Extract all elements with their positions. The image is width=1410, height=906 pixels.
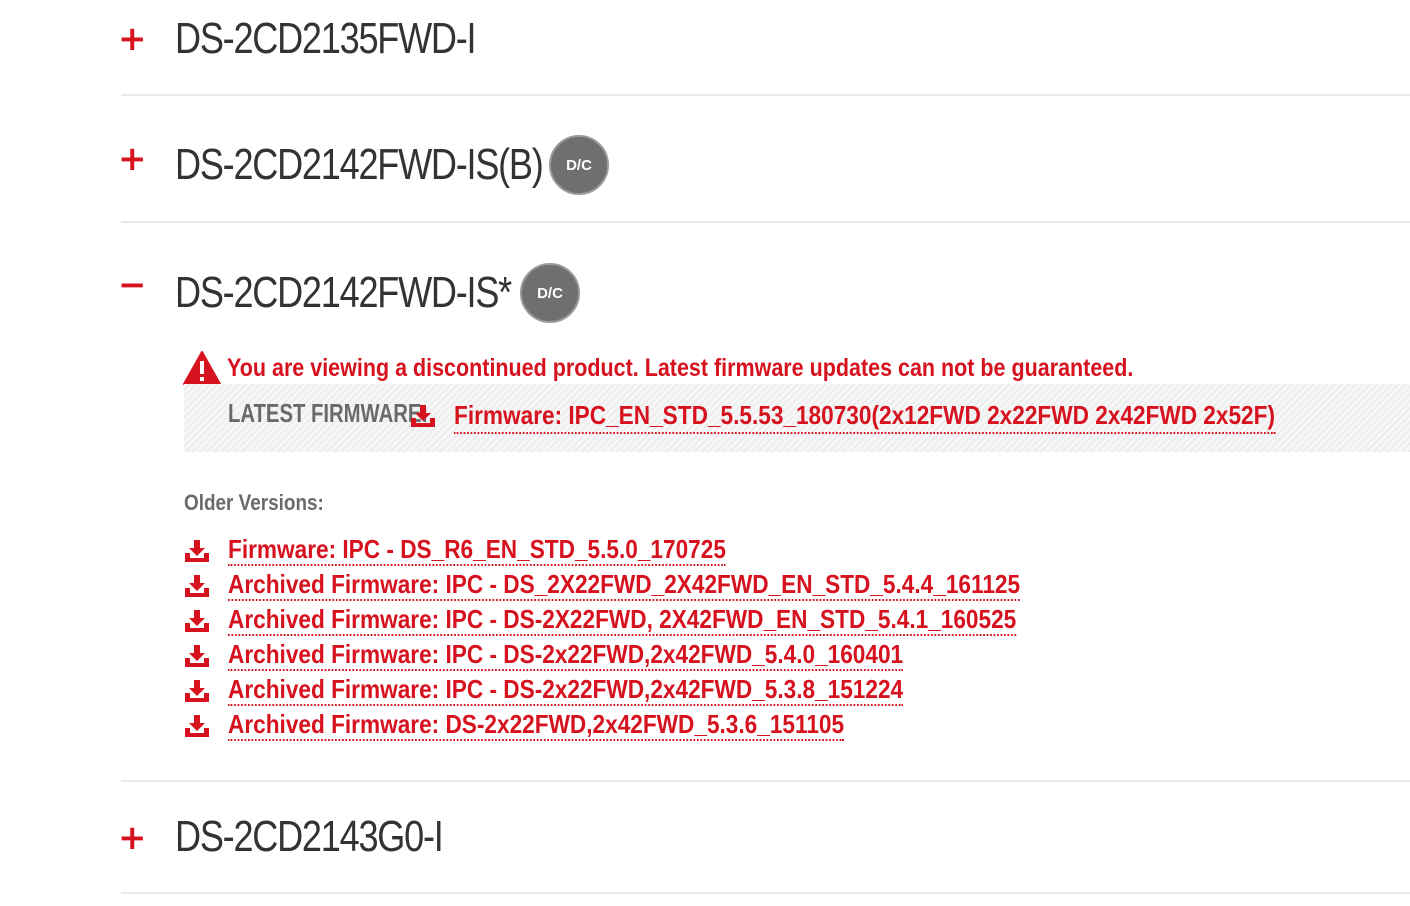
firmware-link[interactable]: Archived Firmware: IPC - DS-2X22FWD, 2X4… xyxy=(228,604,1017,636)
expand-plus-icon[interactable]: + xyxy=(118,22,147,56)
download-icon xyxy=(185,610,209,632)
firmware-link[interactable]: Archived Firmware: IPC - DS-2x22FWD,2x42… xyxy=(228,674,904,706)
discontinued-warning: You are viewing a discontinued product. … xyxy=(183,350,1281,386)
warning-text: You are viewing a discontinued product. … xyxy=(227,353,1134,382)
expand-plus-icon[interactable]: + xyxy=(118,821,147,855)
download-icon xyxy=(185,645,209,667)
discontinued-badge: D/C xyxy=(520,263,580,323)
download-icon xyxy=(185,715,209,737)
divider xyxy=(121,892,1410,894)
download-icon xyxy=(185,575,209,597)
divider xyxy=(121,94,1410,96)
product-title[interactable]: DS-2CD2142FWD-IS* xyxy=(175,268,512,318)
firmware-link[interactable]: Archived Firmware: IPC - DS_2X22FWD_2X42… xyxy=(228,569,1021,601)
download-icon xyxy=(411,405,435,427)
expand-plus-icon[interactable]: + xyxy=(118,142,147,176)
latest-firmware-box: LATEST FIRMWARE: Firmware: IPC_EN_STD_5.… xyxy=(184,384,1410,452)
latest-firmware-link[interactable]: Firmware: IPC_EN_STD_5.5.53_180730(2x12F… xyxy=(454,400,1275,434)
warning-triangle-icon xyxy=(183,351,221,385)
discontinued-badge: D/C xyxy=(549,135,609,195)
download-icon xyxy=(185,680,209,702)
product-title[interactable]: DS-2CD2143G0-I xyxy=(175,812,444,862)
older-versions-label: Older Versions: xyxy=(184,490,324,515)
product-title[interactable]: DS-2CD2135FWD-I xyxy=(175,14,477,64)
download-icon xyxy=(185,540,209,562)
latest-firmware-label: LATEST FIRMWARE: xyxy=(228,398,429,428)
firmware-link[interactable]: Archived Firmware: IPC - DS-2x22FWD,2x42… xyxy=(228,639,904,671)
firmware-link[interactable]: Archived Firmware: DS-2x22FWD,2x42FWD_5.… xyxy=(228,709,845,741)
divider xyxy=(121,221,1410,223)
divider xyxy=(121,780,1410,782)
firmware-link[interactable]: Firmware: IPC - DS_R6_EN_STD_5.5.0_17072… xyxy=(228,534,726,566)
product-title[interactable]: DS-2CD2142FWD-IS(B) xyxy=(175,140,544,190)
collapse-minus-icon[interactable]: − xyxy=(118,268,147,302)
